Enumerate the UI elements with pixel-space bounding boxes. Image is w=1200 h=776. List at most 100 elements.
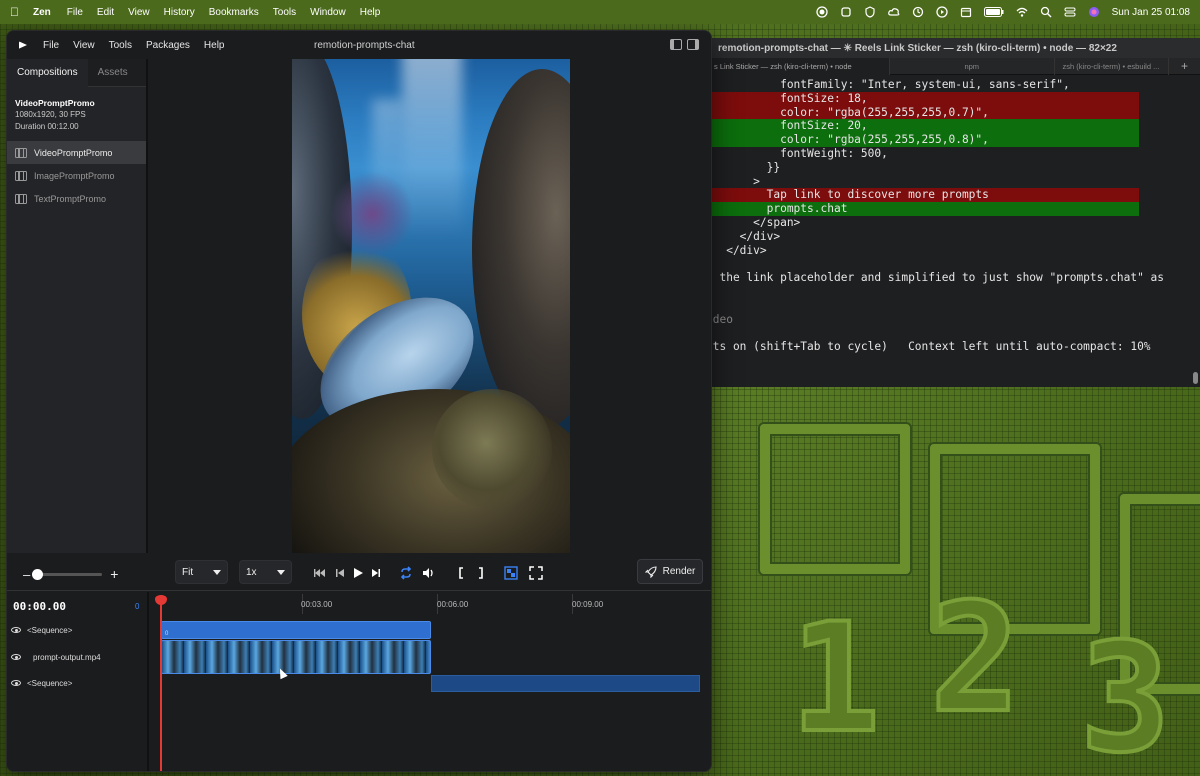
render-button-label: Render (662, 566, 696, 577)
eye-icon[interactable] (11, 627, 21, 633)
checkerboard-icon[interactable] (504, 566, 518, 580)
wallpaper-frame (760, 424, 910, 574)
in-point-icon[interactable] (455, 566, 469, 580)
new-tab-icon[interactable]: + (1169, 59, 1200, 73)
terminal-tab[interactable]: s Link Sticker — zsh (kiro-cli-term) • n… (706, 57, 890, 75)
menu-view[interactable]: View (128, 7, 150, 18)
eye-icon[interactable] (11, 654, 21, 660)
zoom-in-button[interactable]: + (110, 566, 118, 582)
app-menu-tools[interactable]: Tools (109, 40, 132, 51)
terminal-tab[interactable]: npm (890, 57, 1055, 75)
terminal-line: Tap link to discover more prompts (706, 188, 1139, 203)
compositions-sidebar: Compositions Assets VideoPromptPromo 108… (7, 58, 148, 553)
menu-bookmarks[interactable]: Bookmarks (209, 7, 259, 18)
sequence-clip-2[interactable] (431, 675, 700, 692)
terminal-scrollbar[interactable] (1193, 78, 1198, 384)
sync-icon[interactable] (912, 6, 924, 18)
fullscreen-icon[interactable] (529, 566, 543, 580)
menu-edit[interactable]: Edit (97, 7, 114, 18)
cloud-icon[interactable] (887, 6, 900, 18)
extension-icon[interactable] (840, 6, 852, 18)
track-row-video[interactable]: prompt-output.mp4 (11, 647, 101, 667)
rocket-icon (644, 565, 657, 578)
loop-icon[interactable] (399, 566, 413, 580)
size-select-value: Fit (182, 566, 194, 578)
window-title: remotion-prompts-chat (314, 40, 415, 51)
control-center-icon[interactable] (1064, 6, 1076, 18)
terminal-line: </div> (706, 229, 781, 243)
composition-item-imagepromptpromo[interactable]: ImagePromptPromo (7, 164, 146, 187)
step-forward-icon[interactable] (369, 566, 383, 580)
composition-info: VideoPromptPromo 1080x1920, 30 FPS Durat… (7, 87, 146, 141)
calendar-icon[interactable] (960, 6, 972, 18)
app-menu-packages[interactable]: Packages (146, 40, 190, 51)
wifi-icon[interactable] (1016, 6, 1028, 18)
timeline-ruler[interactable]: 00:03.00 00:06.00 00:09.00 (151, 592, 711, 614)
current-time: 00:00.00 (13, 600, 66, 613)
volume-icon[interactable] (421, 566, 435, 580)
terminal-output[interactable]: fontFamily: "Inter, system-ui, sans-seri… (706, 75, 1200, 354)
zoom-slider[interactable] (32, 568, 103, 580)
playback-rate-select[interactable]: 1x (239, 560, 292, 584)
menu-window[interactable]: Window (310, 7, 346, 18)
chevron-down-icon (213, 569, 221, 575)
menubar-clock[interactable]: Sun Jan 25 01:08 (1112, 7, 1190, 18)
battery-icon[interactable] (983, 7, 1004, 17)
sequence-clip[interactable]: 0 (161, 621, 431, 639)
toggle-left-panel-icon[interactable] (670, 39, 682, 50)
app-menu-file[interactable]: File (43, 40, 59, 51)
menu-file[interactable]: File (67, 7, 83, 18)
terminal-line: prompts.chat (706, 202, 1139, 216)
playhead[interactable] (155, 595, 167, 771)
record-icon[interactable] (815, 6, 828, 18)
ruler-label: 00:03.00 (301, 600, 333, 609)
app-menu-view[interactable]: View (73, 40, 95, 51)
tab-compositions[interactable]: Compositions (7, 58, 88, 87)
app-titlebar: File View Tools Packages Help remotion-p… (7, 31, 711, 59)
apple-menu-icon[interactable]:  (10, 5, 19, 19)
out-point-icon[interactable] (473, 566, 487, 580)
remotion-studio-window: File View Tools Packages Help remotion-p… (6, 30, 712, 772)
size-select[interactable]: Fit (175, 560, 228, 584)
composition-dimensions: 1080x1920, 30 FPS (15, 110, 86, 119)
app-menu[interactable]: Zen (33, 7, 51, 18)
ruler-label: 00:06.00 (437, 600, 469, 609)
sidebar-tabs: Compositions Assets (7, 58, 146, 87)
toggle-right-panel-icon[interactable] (687, 39, 699, 50)
terminal-line: fontWeight: 500, (706, 146, 888, 160)
video-clip-thumbnails[interactable] (161, 640, 431, 674)
composition-item-videopromptpromo[interactable]: VideoPromptPromo (7, 141, 146, 164)
video-preview-frame[interactable] (292, 59, 570, 553)
menu-help[interactable]: Help (360, 7, 381, 18)
shield-icon[interactable] (864, 6, 876, 18)
composition-item-label: ImagePromptPromo (34, 170, 115, 181)
menu-history[interactable]: History (164, 7, 195, 18)
terminal-line: ideo (706, 312, 733, 326)
search-icon[interactable] (1040, 6, 1052, 18)
current-frame: 0 (135, 602, 140, 611)
play-circle-icon[interactable] (935, 6, 948, 18)
app-menu-help[interactable]: Help (204, 40, 225, 51)
composition-item-textpromptpromo[interactable]: TextPromptPromo (7, 187, 146, 210)
play-icon[interactable] (351, 566, 365, 580)
tab-assets[interactable]: Assets (88, 59, 138, 87)
terminal-line: </div> (706, 243, 767, 257)
siri-icon[interactable] (1088, 6, 1100, 18)
zoom-slider-knob[interactable] (32, 568, 44, 580)
chevron-down-icon (277, 569, 285, 575)
terminal-title: remotion-prompts-chat — ✳ Reels Link Sti… (706, 38, 1200, 58)
remotion-logo-icon[interactable] (19, 41, 27, 49)
render-button[interactable]: Render (637, 559, 703, 584)
brain-coral (432, 389, 552, 509)
eye-icon[interactable] (11, 680, 21, 686)
terminal-tab[interactable]: zsh (kiro-cli-term) • esbuild ... (1055, 57, 1169, 75)
zoom-out-button[interactable]: – (23, 567, 30, 582)
purple-fan-coral (332, 169, 412, 259)
menu-tools[interactable]: Tools (273, 7, 296, 18)
step-back-icon[interactable] (333, 566, 347, 580)
jump-to-start-icon[interactable] (313, 566, 327, 580)
track-row-sequence[interactable]: <Sequence> (11, 673, 72, 693)
track-row-sequence[interactable]: <Sequence> (11, 620, 72, 640)
